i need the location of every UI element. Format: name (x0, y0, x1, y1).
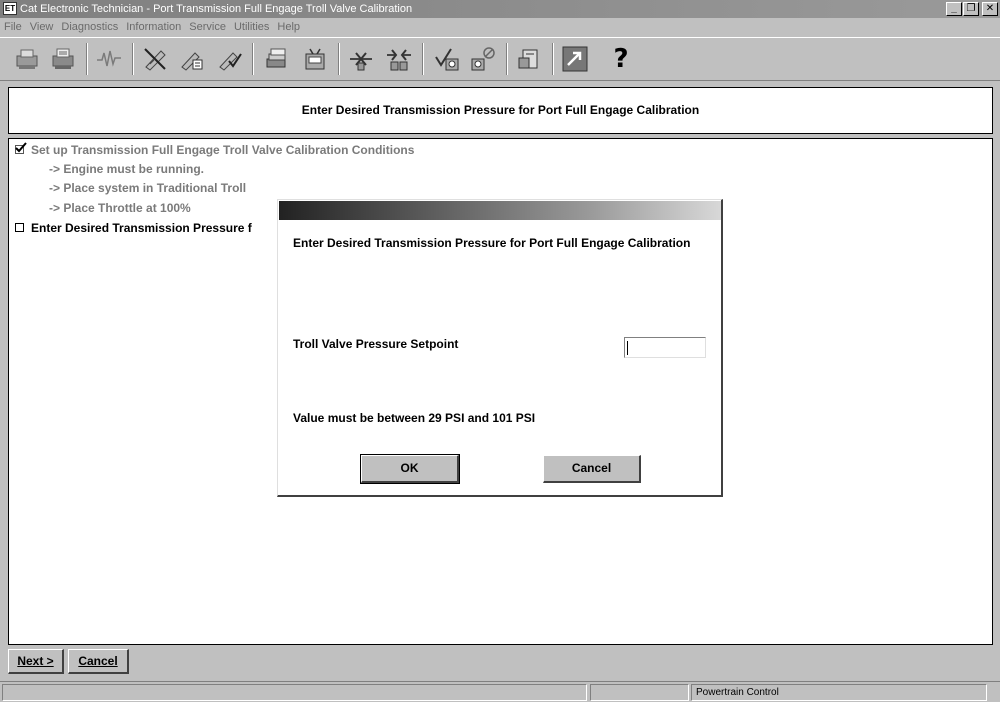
cancel-button-label: Cancel (78, 654, 118, 668)
clear-codes-icon[interactable] (212, 42, 246, 76)
flash-icon[interactable] (512, 42, 546, 76)
status-cell-blank (590, 684, 689, 701)
text-caret (627, 341, 628, 355)
step-header-panel: Enter Desired Transmission Pressure for … (8, 87, 993, 134)
menu-utilities[interactable]: Utilities (230, 18, 273, 37)
toolbar: ? (0, 37, 1000, 81)
status-icon[interactable] (298, 42, 332, 76)
dialog-prompt: Enter Desired Transmission Pressure for … (293, 236, 691, 250)
menu-information[interactable]: Information (122, 18, 185, 37)
menu-view[interactable]: View (26, 18, 58, 37)
valid-range-text: Value must be between 29 PSI and 101 PSI (293, 411, 536, 425)
toolbar-separator (506, 43, 508, 75)
status-bar: Powertrain Control (0, 681, 1000, 702)
menu-service[interactable]: Service (185, 18, 230, 37)
next-button-label: Next > (17, 654, 54, 668)
tests-icon[interactable] (430, 42, 464, 76)
diagnostic-codes-icon[interactable] (138, 42, 172, 76)
toolbar-separator (422, 43, 424, 75)
dialog-cancel-button[interactable]: Cancel (543, 455, 641, 483)
troll-valve-pressure-label: Troll Valve Pressure Setpoint (293, 337, 459, 351)
troll-valve-pressure-input[interactable] (624, 337, 706, 358)
menu-bar: File View Diagnostics Information Service Uti… (0, 18, 1000, 37)
data-link-icon[interactable] (558, 42, 592, 76)
step-header-title: Enter Desired Transmission Pressure for … (301, 103, 700, 117)
ecm-disconnect-icon[interactable] (382, 42, 416, 76)
step-checked-icon (15, 142, 27, 155)
toolbar-separator (86, 43, 88, 75)
step-item-enter-pressure: Enter Desired Transmission Pressure f (15, 221, 252, 235)
pressure-setpoint-dialog: Enter Desired Transmission Pressure for … (277, 199, 723, 497)
status-group-icon[interactable] (260, 42, 294, 76)
cat-et-icon[interactable]: ET (3, 2, 17, 15)
events-icon[interactable] (174, 42, 208, 76)
substep-item: -> Place system in Traditional Troll (49, 181, 247, 195)
app-window: ET Cat Electronic Technician - Port Tran… (0, 0, 1000, 702)
step-unchecked-icon (15, 223, 24, 233)
close-button[interactable]: ✕ (982, 2, 998, 16)
ecm-connect-icon[interactable] (344, 42, 378, 76)
menu-diagnostics[interactable]: Diagnostics (57, 18, 122, 37)
title-bar[interactable]: ET Cat Electronic Technician - Port Tran… (0, 0, 1000, 18)
menu-file[interactable]: File (0, 18, 26, 37)
step-label: Enter Desired Transmission Pressure f (31, 221, 252, 235)
ok-button[interactable]: OK (360, 454, 460, 484)
print-preview-icon[interactable] (46, 42, 80, 76)
toolbar-separator (252, 43, 254, 75)
step-item-setup: Set up Transmission Full Engage Troll Va… (15, 142, 415, 157)
minimize-button[interactable]: _ (946, 2, 962, 16)
help-icon[interactable]: ? (604, 42, 638, 76)
waveform-icon[interactable] (92, 42, 126, 76)
window-title: Cat Electronic Technician - Port Transmi… (20, 3, 413, 15)
substep-item: -> Place Throttle at 100% (49, 201, 191, 215)
help-glyph: ? (613, 44, 629, 74)
toolbar-separator (552, 43, 554, 75)
substep-item: -> Engine must be running. (49, 162, 205, 176)
toolbar-separator (338, 43, 340, 75)
status-cell-message (2, 684, 587, 701)
step-label: Set up Transmission Full Engage Troll Va… (31, 143, 415, 157)
cancel-button[interactable]: Cancel (68, 649, 129, 674)
dialog-title-bar[interactable] (279, 201, 721, 220)
menu-help[interactable]: Help (273, 18, 304, 37)
status-cell-ecm: Powertrain Control (691, 684, 987, 701)
calibrations-icon[interactable] (466, 42, 500, 76)
print-icon[interactable] (10, 42, 44, 76)
restore-button[interactable]: ❐ (963, 2, 979, 16)
next-button[interactable]: Next > (8, 649, 64, 674)
toolbar-separator (132, 43, 134, 75)
